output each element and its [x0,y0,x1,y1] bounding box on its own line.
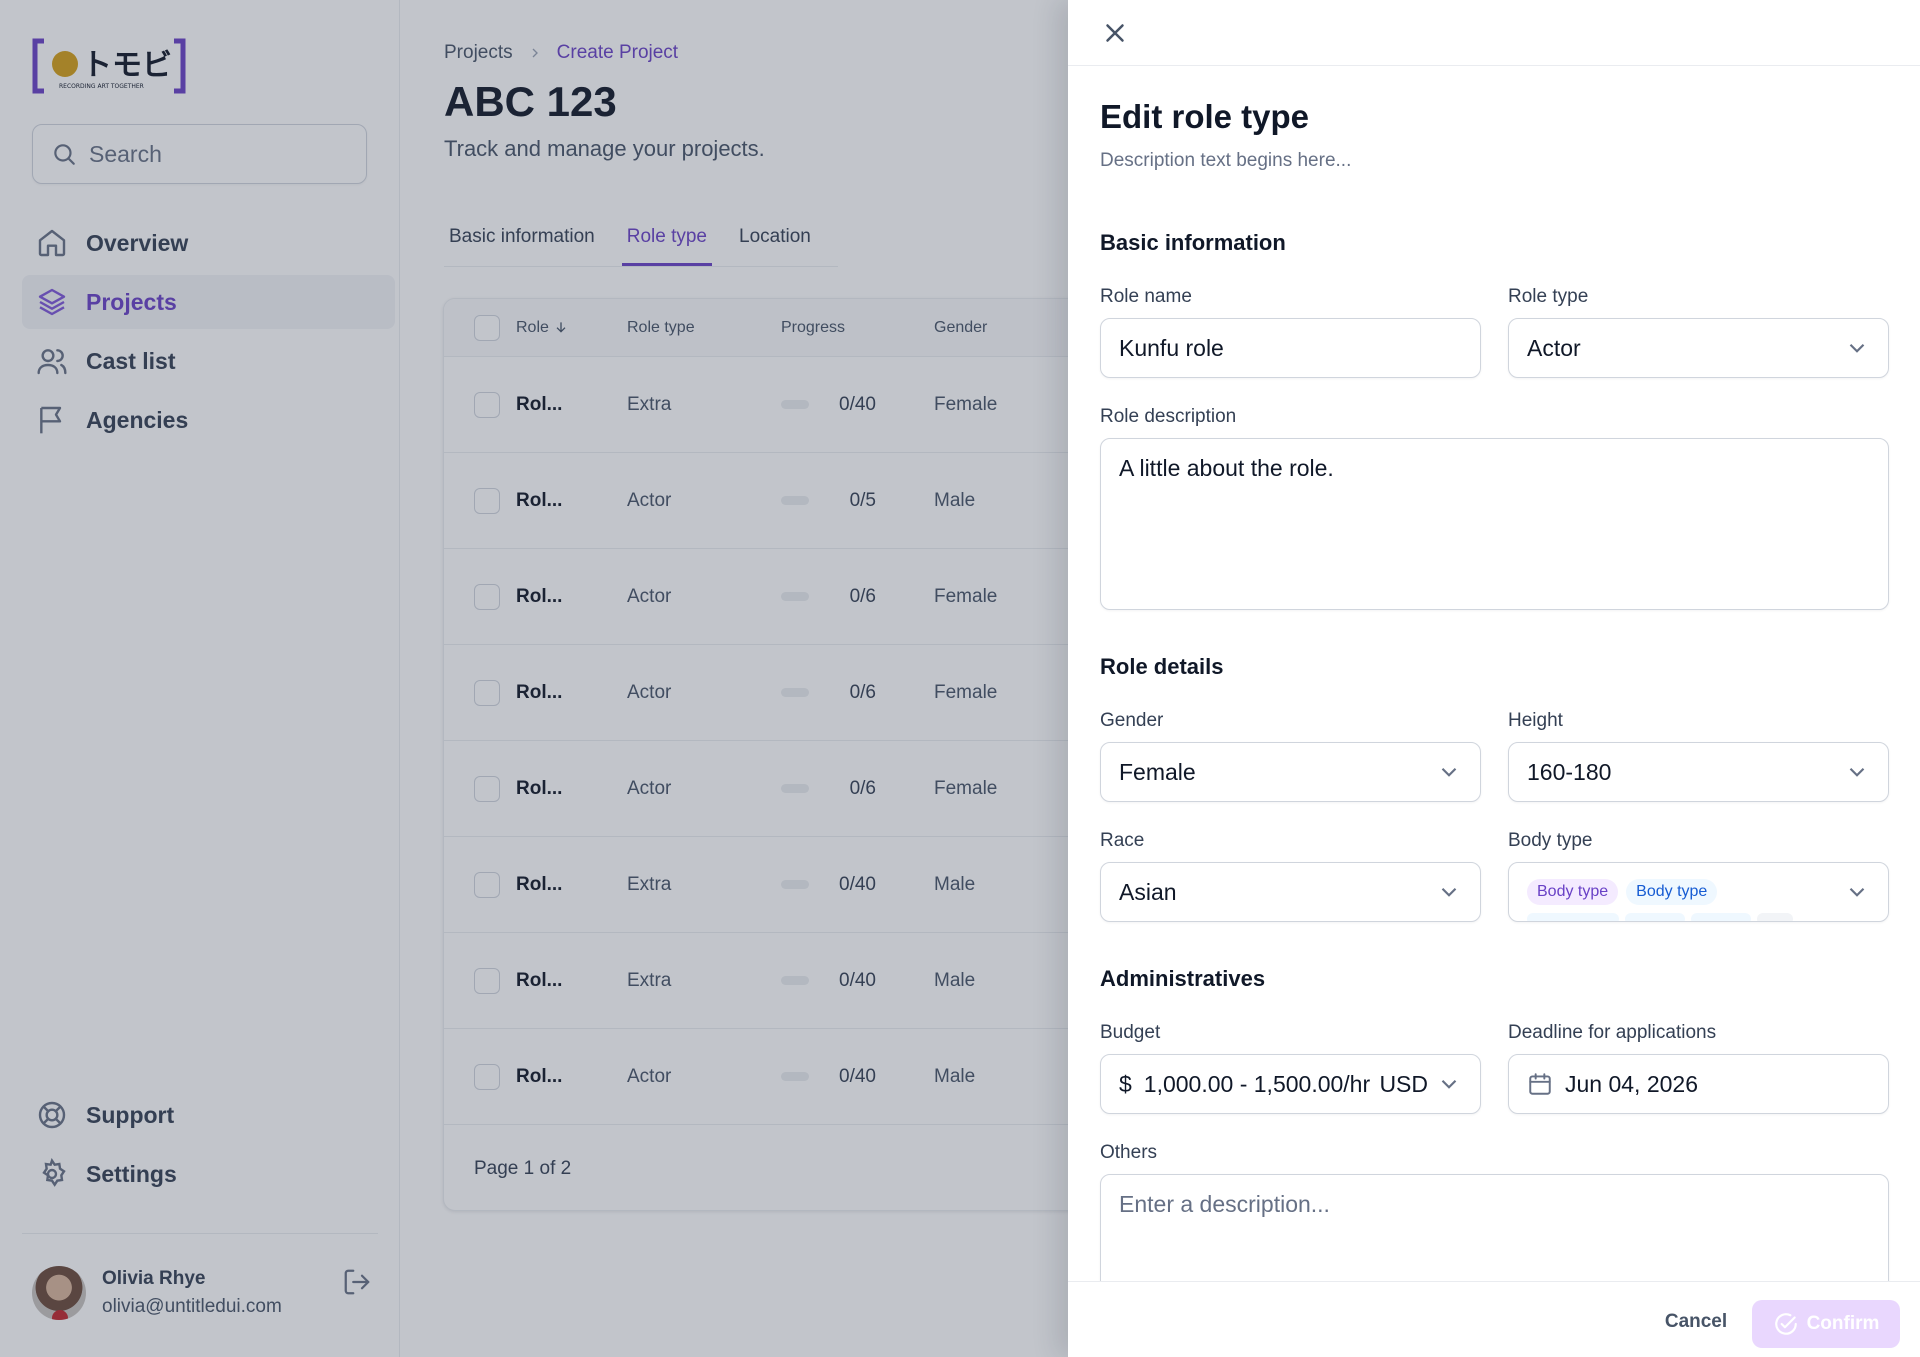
role-description-value: A little about the role. [1119,455,1334,481]
budget-value: 1,000.00 - 1,500.00/hr [1143,1070,1371,1097]
currency-select[interactable]: USD [1379,1071,1428,1098]
role-type-select[interactable]: Actor [1508,318,1889,378]
cancel-button[interactable]: Cancel [1636,1300,1756,1344]
body-type-chip[interactable]: Body type [1527,879,1619,905]
section-administratives: Administratives [1100,966,1266,991]
edit-role-drawer: Edit role type Description text begins h… [1068,0,1920,1357]
label-race: Race [1100,830,1145,851]
role-name-input[interactable]: Kunfu role [1100,318,1481,378]
race-select[interactable]: Asian [1100,862,1481,922]
gender-select[interactable]: Female [1100,742,1481,802]
label-body-type: Body type [1508,830,1593,851]
role-description-textarea[interactable]: A little about the role. [1100,438,1889,610]
check-circle-icon [1774,1313,1797,1335]
deadline-date-input[interactable]: Jun 04, 2026 [1508,1054,1889,1114]
race-value: Asian [1119,878,1177,905]
label-gender: Gender [1100,710,1164,731]
label-role-name: Role name [1100,286,1192,307]
budget-input[interactable]: $ 1,000.00 - 1,500.00/hr USD [1100,1054,1481,1114]
drawer-footer: Cancel Confirm [1068,1281,1920,1357]
deadline-value: Jun 04, 2026 [1565,1070,1699,1097]
confirm-label: Confirm [1806,1313,1880,1334]
body-type-multiselect[interactable]: Body type Body type [1508,862,1889,922]
drawer-header [1068,0,1920,66]
height-value: 160-180 [1527,758,1612,785]
section-role-details: Role details [1100,654,1224,679]
label-role-type: Role type [1508,286,1589,307]
modal-backdrop[interactable] [0,0,1068,1357]
section-basic-information: Basic information [1100,230,1286,255]
role-name-value: Kunfu role [1119,334,1224,361]
confirm-button[interactable]: Confirm [1752,1300,1900,1348]
label-height: Height [1508,710,1563,731]
body-type-chip[interactable]: Body type [1626,879,1718,905]
chevron-down-icon [1441,767,1457,777]
label-others: Others [1100,1142,1158,1163]
chevron-down-icon [1849,767,1865,777]
chevron-down-icon [1849,887,1865,897]
others-placeholder: Enter a description... [1119,1191,1330,1217]
role-type-value: Actor [1527,334,1581,361]
drawer-description: Description text begins here... [1100,150,1352,171]
height-select[interactable]: 160-180 [1508,742,1889,802]
label-role-description: Role description [1100,406,1237,427]
calendar-icon [1529,1073,1551,1095]
currency-symbol: $ [1119,1070,1132,1097]
label-budget: Budget [1100,1022,1161,1043]
chevron-down-icon[interactable] [1436,1071,1462,1097]
label-deadline: Deadline for applications [1508,1022,1717,1043]
chevron-down-icon [1849,343,1865,353]
body-type-overflow-chips [1527,913,1793,921]
chevron-down-icon [1441,887,1457,897]
close-icon[interactable] [1100,18,1130,48]
gender-value: Female [1119,758,1196,785]
drawer-title: Edit role type [1100,98,1310,135]
